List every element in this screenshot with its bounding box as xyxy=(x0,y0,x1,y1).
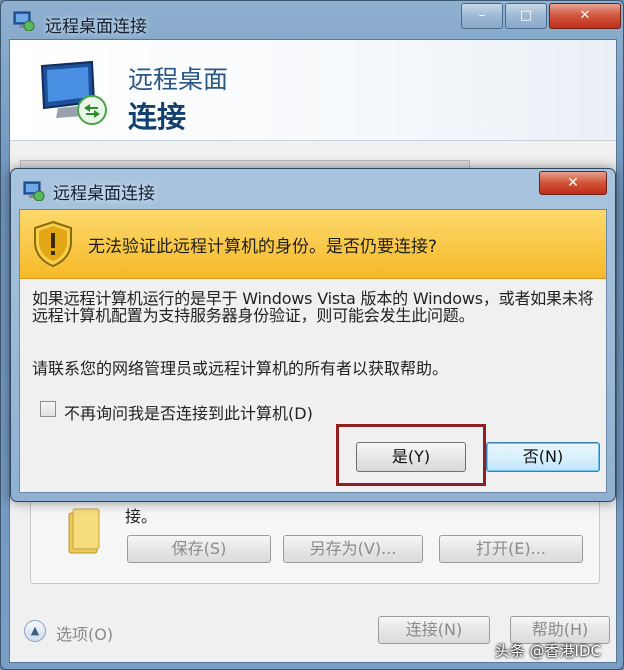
maximize-button[interactable]: □ xyxy=(505,3,547,29)
explanation-text: 如果远程计算机运行的是早于 Windows Vista 版本的 Windows，… xyxy=(32,289,594,325)
dont-ask-again-checkbox[interactable] xyxy=(40,401,56,417)
warning-banner: 无法验证此远程计算机的身份。是否仍要连接? xyxy=(20,210,606,279)
remote-desktop-icon xyxy=(40,60,107,125)
header-title-line2: 连接 xyxy=(128,100,187,134)
save-button[interactable]: 保存(S) xyxy=(127,535,271,563)
dont-ask-again-label[interactable]: 不再询问我是否连接到此计算机(D) xyxy=(64,400,313,424)
header-title-line1: 远程桌面 xyxy=(128,65,229,94)
save-as-button[interactable]: 另存为(V)... xyxy=(283,535,423,563)
folder-icon xyxy=(68,508,100,554)
security-warning-dialog: 远程桌面连接 ✕ 无法验证此远程计算机的身份。是否仍要连接? 如果远程计算机运行… xyxy=(10,168,616,502)
contact-admin-text: 请联系您的网络管理员或远程计算机的所有者以获取帮助。 xyxy=(32,359,449,378)
remote-desktop-icon xyxy=(23,181,45,201)
header-banner: 远程桌面 连接 xyxy=(10,40,616,141)
no-button[interactable]: 否(N) xyxy=(486,442,600,472)
shield-warning-icon xyxy=(34,220,72,268)
connection-settings-group: 接。 保存(S) 另存为(V)... 打开(E)... xyxy=(30,498,600,584)
main-window-title: 远程桌面连接 xyxy=(45,17,147,37)
watermark-text: 头条 @香港IDC xyxy=(494,642,601,660)
minimize-button[interactable]: – xyxy=(461,3,503,29)
chevron-up-icon[interactable]: ▲ xyxy=(24,620,46,642)
close-button[interactable]: ✕ xyxy=(549,3,621,29)
remote-desktop-icon xyxy=(13,11,35,31)
warning-message: 无法验证此远程计算机的身份。是否仍要连接? xyxy=(88,237,438,257)
connect-button[interactable]: 连接(N) xyxy=(378,616,490,644)
dialog-close-button[interactable]: ✕ xyxy=(539,171,607,195)
settings-description-text: 接。 xyxy=(125,507,158,526)
main-titlebar[interactable]: 远程桌面连接 – □ ✕ xyxy=(1,1,623,39)
yes-button[interactable]: 是(Y) xyxy=(356,442,466,472)
options-label[interactable]: 选项(O) xyxy=(56,621,113,645)
dialog-client-area: 无法验证此远程计算机的身份。是否仍要连接? 如果远程计算机运行的是早于 Wind… xyxy=(19,209,607,493)
dialog-title: 远程桌面连接 xyxy=(53,184,155,204)
open-button[interactable]: 打开(E)... xyxy=(439,535,583,563)
